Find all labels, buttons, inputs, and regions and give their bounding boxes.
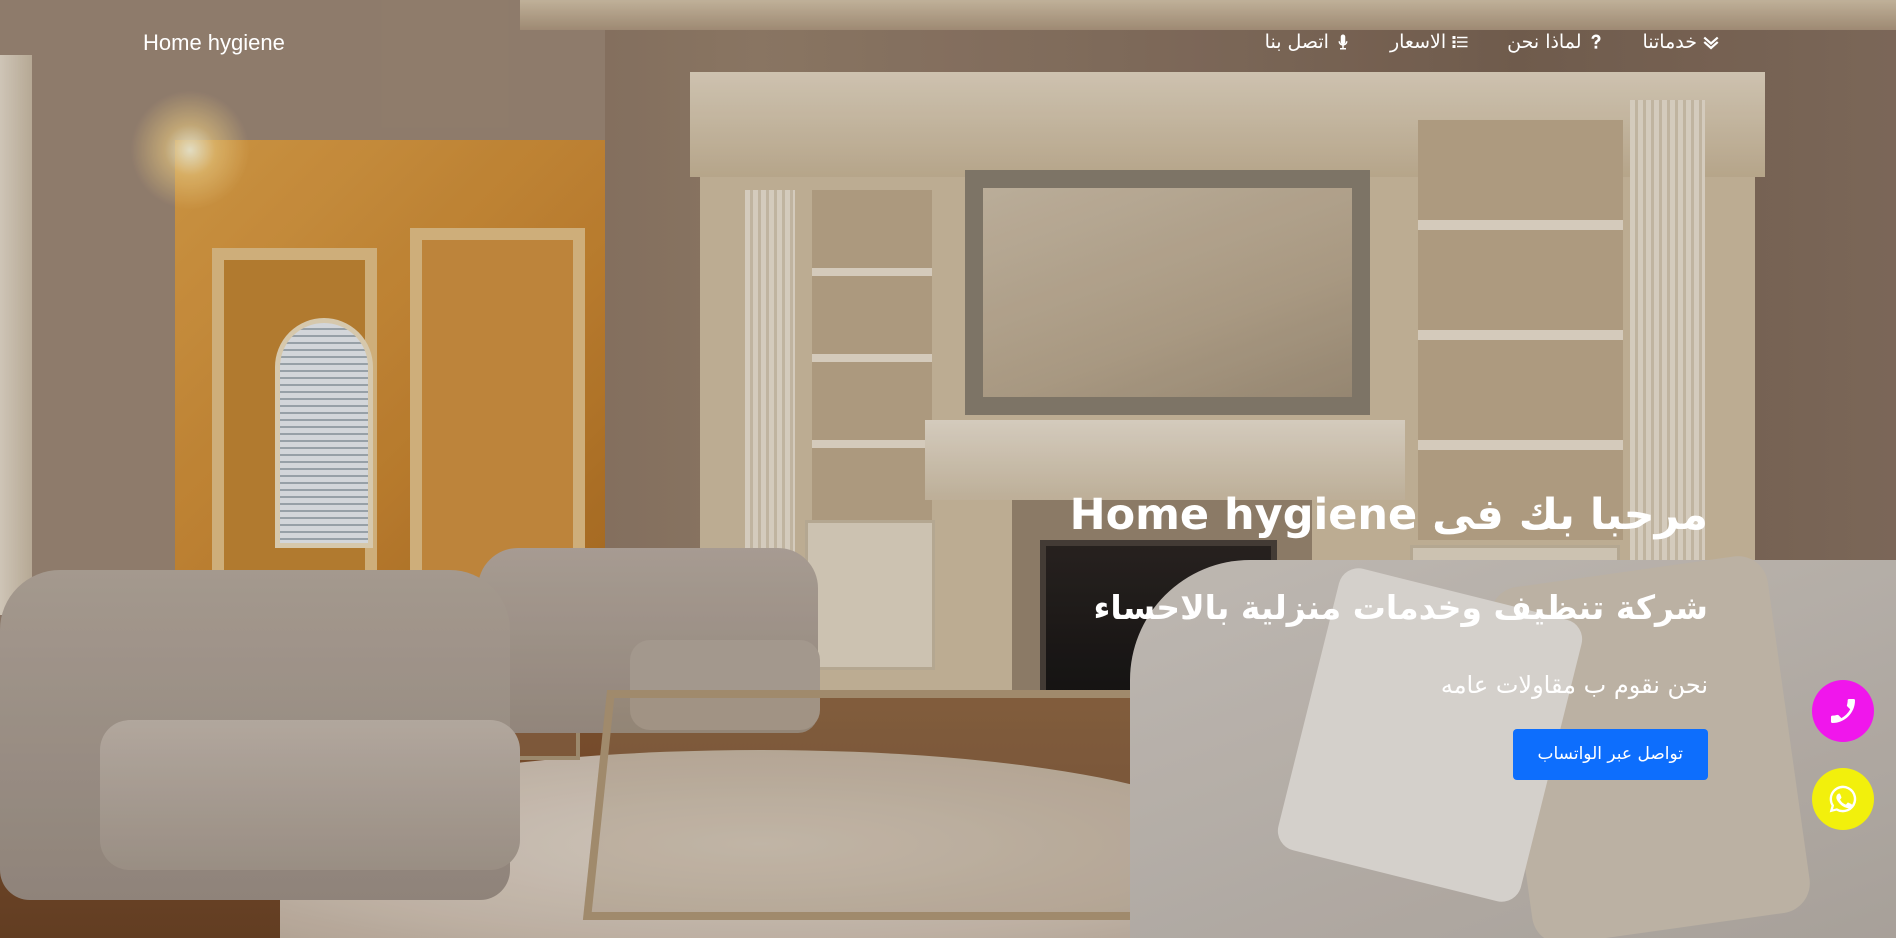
- hero-title: مرحبا بك فى Home hygiene: [1069, 490, 1708, 540]
- nav-why-us[interactable]: لماذا نحن: [1507, 31, 1604, 53]
- hero-subtitle: شركة تنظيف وخدمات منزلية بالاحساء: [1093, 588, 1708, 627]
- nav-services[interactable]: خدماتنا: [1643, 31, 1721, 53]
- list-icon: [1452, 36, 1468, 48]
- nav-contact[interactable]: اتصل بنا: [1265, 31, 1352, 53]
- nav-why-us-label: لماذا نحن: [1507, 31, 1582, 53]
- hero-content: مرحبا بك فى Home hygiene شركة تنظيف وخدم…: [1070, 490, 1708, 780]
- whatsapp-icon: [1829, 785, 1857, 813]
- nav-services-label: خدماتنا: [1642, 31, 1698, 53]
- hero-section: Home hygiene خدماتنا لماذا نحن الاسعار ا…: [0, 0, 1896, 938]
- brand-logo-link[interactable]: Home hygiene: [143, 30, 285, 56]
- whatsapp-contact-button[interactable]: تواصل عبر الواتساب: [1512, 729, 1708, 780]
- double-chevron-down-icon: [1703, 36, 1719, 50]
- nav-links: خدماتنا لماذا نحن الاسعار اتصل بنا: [1265, 31, 1720, 53]
- hero-background-image: [0, 0, 1896, 938]
- nav-prices[interactable]: الاسعار: [1390, 31, 1469, 53]
- question-icon: [1591, 34, 1600, 49]
- phone-icon: [1831, 699, 1855, 723]
- nav-contact-label: اتصل بنا: [1264, 31, 1329, 53]
- nav-prices-label: الاسعار: [1389, 31, 1447, 53]
- hero-description: نحن نقوم ب مقاولات عامه: [1440, 671, 1708, 699]
- floating-phone-button[interactable]: [1812, 680, 1874, 742]
- navbar: Home hygiene خدماتنا لماذا نحن الاسعار ا…: [0, 0, 1896, 88]
- floating-whatsapp-button[interactable]: [1812, 768, 1874, 830]
- microphone-icon: [1338, 34, 1348, 50]
